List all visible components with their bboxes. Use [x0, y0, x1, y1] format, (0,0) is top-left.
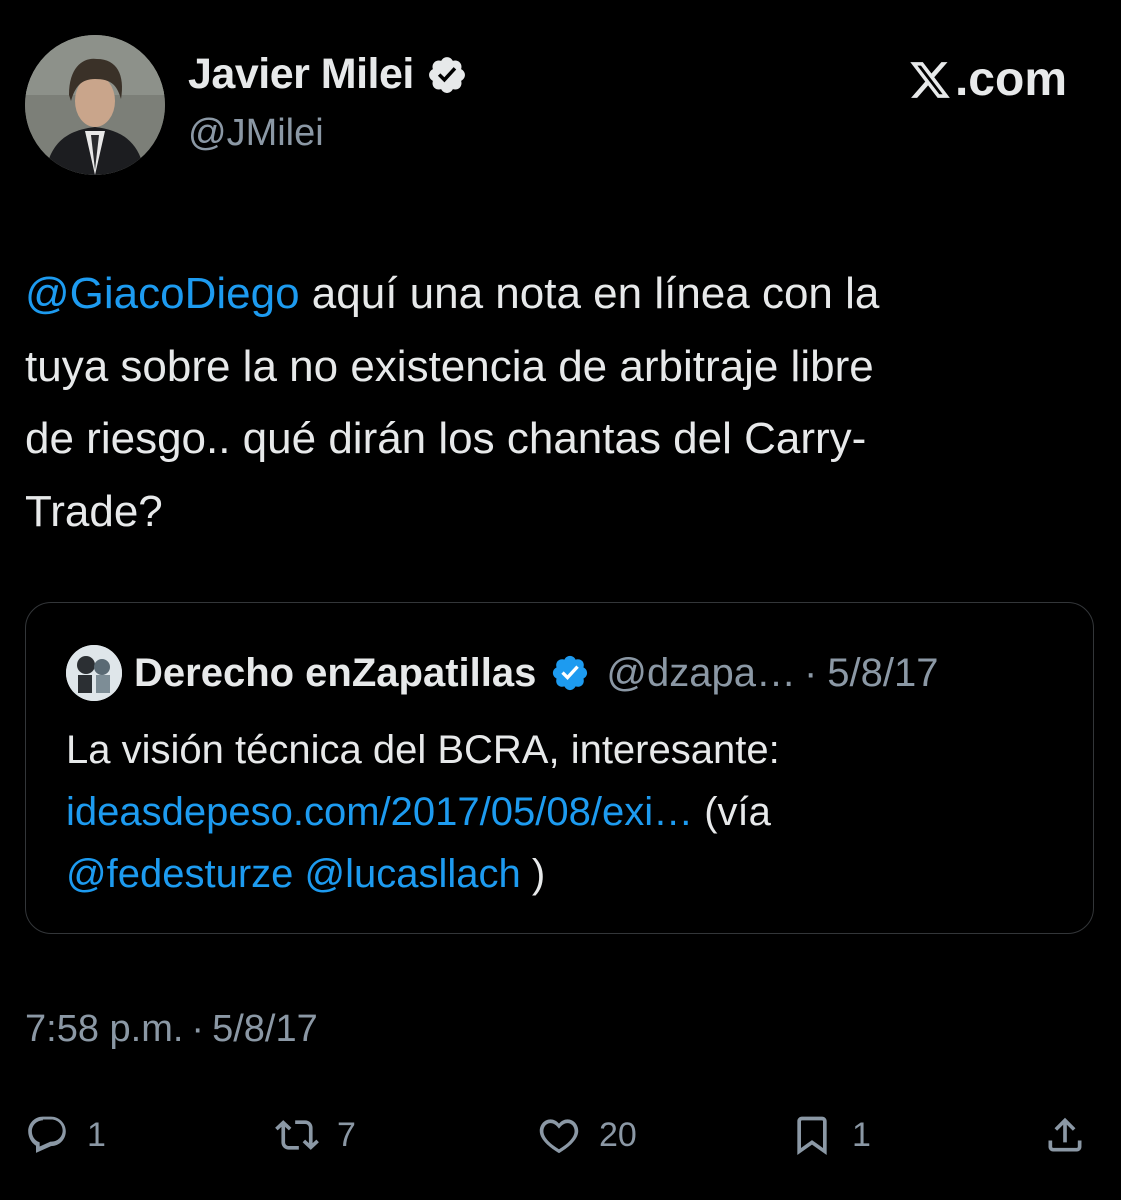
like-count: 20: [599, 1115, 637, 1154]
mention-link[interactable]: @lucasllach: [305, 852, 521, 896]
author-handle[interactable]: @JMilei: [188, 112, 324, 155]
author-name-row: Javier Milei: [188, 50, 468, 99]
reply-count: 1: [87, 1115, 106, 1154]
repost-button[interactable]: 7: [275, 1103, 356, 1167]
separator-dot: ·: [191, 1008, 205, 1050]
tweet-line-2: tuya sobre la no existencia de arbitraje…: [25, 341, 874, 391]
tweet-line-3: de riesgo.. qué dirán los chantas del Ca…: [25, 414, 867, 463]
article-link[interactable]: ideasdepeso.com/2017/05/08/exi…: [66, 790, 693, 834]
bookmark-icon: [797, 1116, 827, 1156]
bookmark-button[interactable]: 1: [790, 1103, 871, 1167]
share-icon: [1048, 1117, 1082, 1152]
quoted-author-name[interactable]: Derecho enZapatillas: [134, 651, 536, 696]
quoted-author-avatar[interactable]: [66, 645, 122, 701]
author-display-name[interactable]: Javier Milei: [188, 50, 414, 99]
quoted-tweet-date[interactable]: 5/8/17: [827, 651, 938, 696]
like-button[interactable]: 20: [537, 1103, 637, 1167]
tweet-line-4: Trade?: [25, 486, 163, 536]
tweet-timestamp[interactable]: 7:58 p.m. · 5/8/17: [25, 1008, 318, 1051]
repost-count: 7: [337, 1115, 356, 1154]
share-button[interactable]: [1043, 1103, 1087, 1167]
x-brand-logo: .com: [907, 52, 1067, 107]
verified-badge-icon: [426, 54, 468, 96]
author-avatar[interactable]: [25, 35, 165, 175]
quoted-tweet-card[interactable]: Derecho enZapatillas @dzapa… · 5/8/17 La…: [25, 602, 1094, 934]
bookmark-count: 1: [852, 1115, 871, 1154]
verified-badge-icon: [550, 653, 590, 693]
action-bar: 1 7 20 1: [25, 1103, 1095, 1167]
reply-icon: [28, 1116, 66, 1153]
repost-icon: [275, 1120, 319, 1150]
quoted-tweet-text: La visión técnica del BCRA, interesante:…: [66, 719, 1066, 905]
separator-dot: ·: [803, 650, 818, 695]
quoted-author-handle[interactable]: @dzapa…: [606, 651, 796, 696]
quoted-line-2: ideasdepeso.com/2017/05/08/exi… (vía: [66, 790, 771, 834]
tweet-date: 5/8/17: [212, 1008, 318, 1050]
x-brand-suffix: .com: [954, 53, 1067, 106]
reply-button[interactable]: 1: [25, 1103, 106, 1167]
quoted-line-1: La visión técnica del BCRA, interesante:: [66, 728, 780, 772]
tweet-time: 7:58 p.m.: [25, 1008, 184, 1050]
tweet-line-1: @GiacoDiego aquí una nota en línea con l…: [25, 269, 880, 318]
quoted-tweet-header: Derecho enZapatillas @dzapa… · 5/8/17: [66, 645, 939, 701]
quoted-line-3: @fedesturze @lucasllach ): [66, 852, 546, 896]
tweet-text: @GiacoDiego aquí una nota en línea con l…: [25, 258, 1085, 548]
mention-link[interactable]: @GiacoDiego: [25, 269, 300, 318]
mention-link[interactable]: @fedesturze: [66, 852, 293, 896]
x-logo-icon: [910, 61, 950, 98]
heart-icon: [539, 1119, 579, 1154]
